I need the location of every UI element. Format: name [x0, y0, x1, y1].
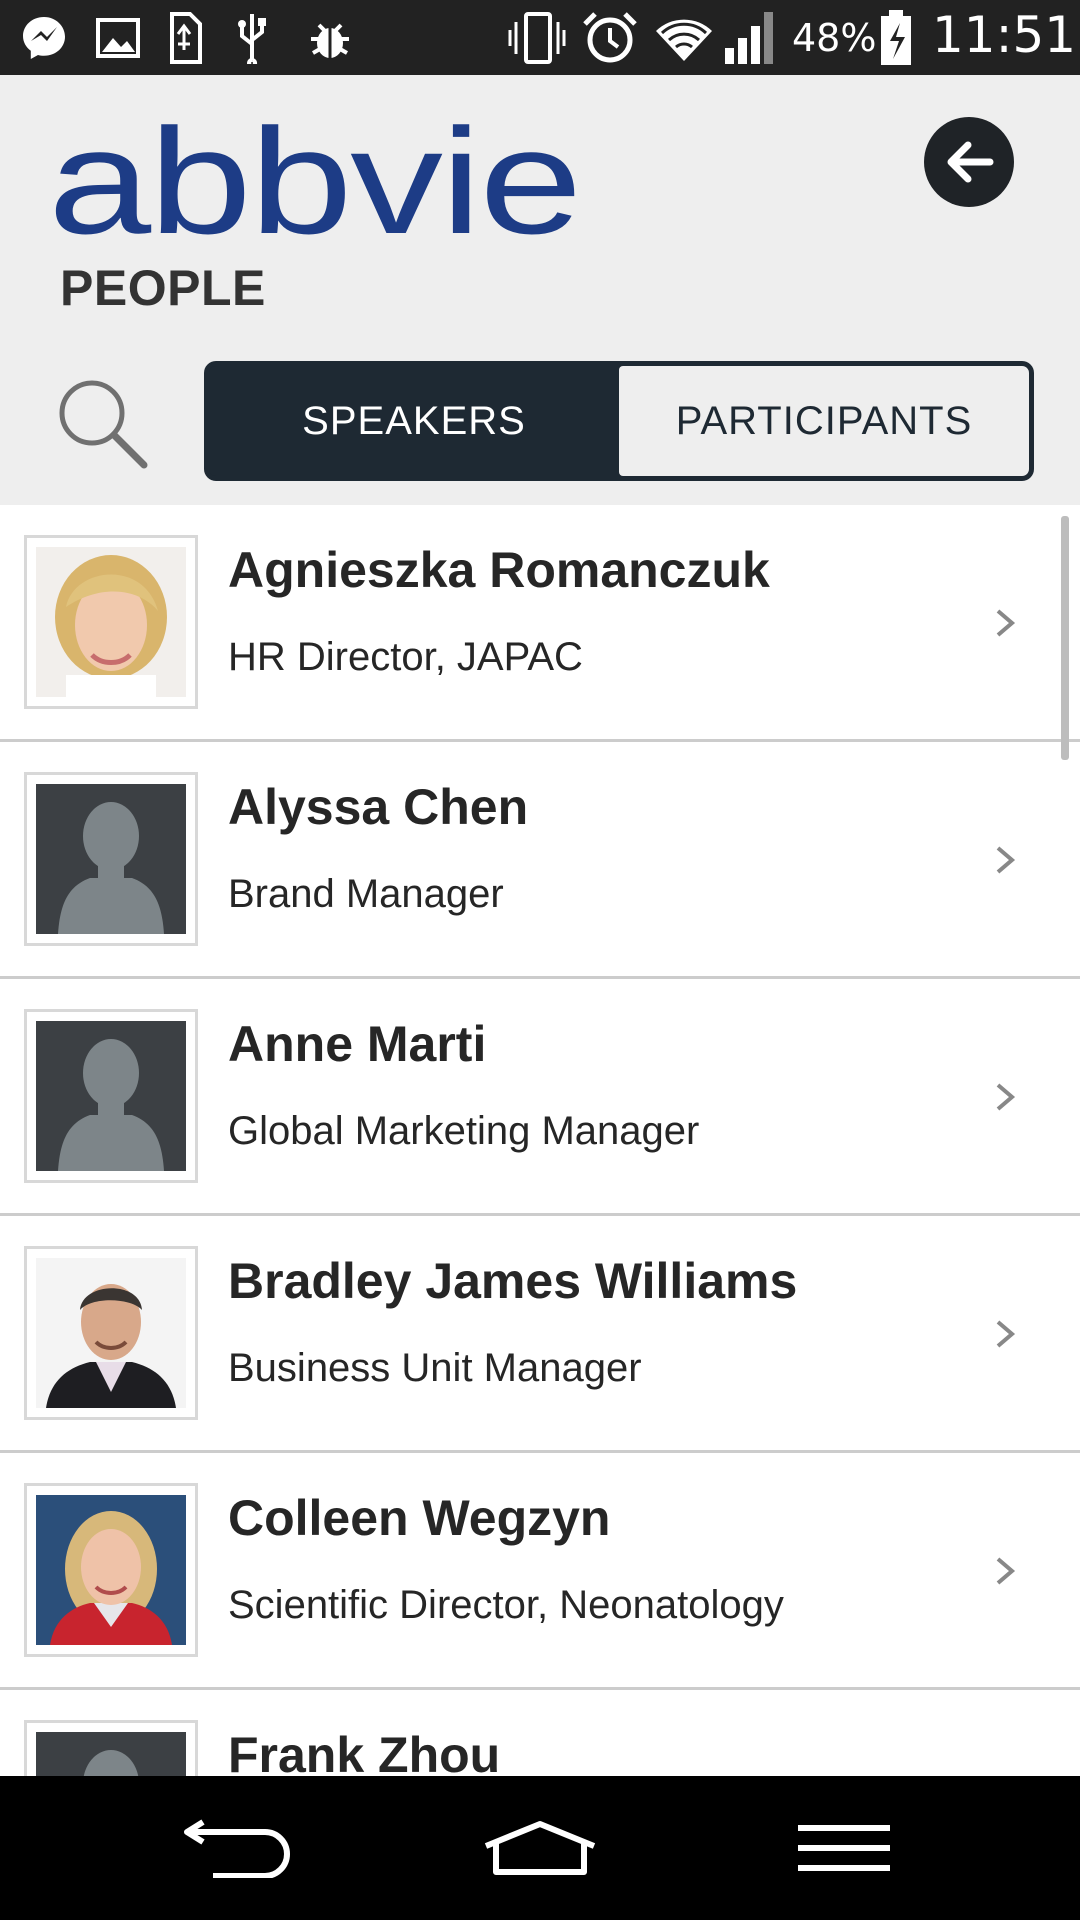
- tab-speakers[interactable]: SPEAKERS: [209, 366, 619, 476]
- home-nav-icon: [484, 1821, 596, 1875]
- logo-text: abbvie: [48, 105, 580, 265]
- person-row[interactable]: Bradley James Williams Business Unit Man…: [0, 1216, 1080, 1453]
- alarm-icon: [580, 10, 640, 66]
- debug-icon: [302, 10, 358, 66]
- person-name: Colleen Wegzyn: [228, 1490, 611, 1546]
- arrow-left-icon: [947, 141, 994, 183]
- menu-nav-icon: [798, 1825, 890, 1871]
- menu-nav-button[interactable]: [784, 1808, 904, 1888]
- people-tabs: SPEAKERS PARTICIPANTS: [204, 361, 1034, 481]
- chevron-right-icon: [996, 1320, 1016, 1348]
- person-name: Frank Zhou: [228, 1727, 501, 1776]
- avatar-frame: [24, 1483, 198, 1657]
- avatar: [36, 1258, 186, 1408]
- navigation-bar: [0, 1776, 1080, 1920]
- messenger-icon: [16, 10, 72, 66]
- people-list: Agnieszka Romanczuk HR Director, JAPAC A…: [0, 505, 1080, 1776]
- person-role: Global Marketing Manager: [228, 1109, 700, 1153]
- avatar-placeholder: [36, 1732, 186, 1776]
- person-row[interactable]: Agnieszka Romanczuk HR Director, JAPAC: [0, 505, 1080, 742]
- person-role: Scientific Director, Neonatology: [228, 1583, 784, 1627]
- chevron-right-icon: [996, 1083, 1016, 1111]
- battery-charging-icon: [876, 10, 916, 66]
- person-role: Business Unit Manager: [228, 1346, 642, 1390]
- usb-icon: [232, 10, 272, 66]
- header: abbvie PEOPLE SPEAKERS PARTICIPANTS: [0, 75, 1080, 505]
- wifi-icon: [652, 10, 716, 66]
- person-name: Bradley James Williams: [228, 1253, 798, 1309]
- vibrate-icon: [508, 10, 568, 66]
- tab-participants[interactable]: PARTICIPANTS: [619, 366, 1029, 476]
- chevron-right-icon: [996, 1557, 1016, 1585]
- home-nav-button[interactable]: [480, 1808, 600, 1888]
- battery-percent: 48%: [792, 16, 877, 60]
- person-role: HR Director, JAPAC: [228, 635, 583, 679]
- avatar-frame: [24, 535, 198, 709]
- person-name: Anne Marti: [228, 1016, 487, 1072]
- person-row[interactable]: Anne Marti Global Marketing Manager: [0, 979, 1080, 1216]
- avatar-frame: [24, 1009, 198, 1183]
- back-button[interactable]: [924, 117, 1014, 207]
- search-button[interactable]: [54, 375, 150, 471]
- list-scrollbar[interactable]: [1061, 516, 1069, 760]
- avatar-placeholder: [36, 784, 186, 934]
- person-row[interactable]: Colleen Wegzyn Scientific Director, Neon…: [0, 1453, 1080, 1690]
- back-nav-button[interactable]: [178, 1808, 298, 1888]
- person-role: Brand Manager: [228, 872, 504, 916]
- back-nav-icon: [184, 1819, 290, 1878]
- search-icon: [59, 380, 148, 469]
- chevron-right-icon: [996, 846, 1016, 874]
- person-row[interactable]: Frank Zhou: [0, 1690, 1080, 1776]
- gallery-icon: [90, 10, 146, 66]
- avatar-placeholder: [36, 1021, 186, 1171]
- person-name: Agnieszka Romanczuk: [228, 542, 770, 598]
- status-bar: 48% 11:51: [0, 0, 1080, 75]
- avatar: [36, 1495, 186, 1645]
- sd-card-icon: [162, 10, 206, 66]
- abbvie-logo: abbvie: [48, 105, 582, 265]
- page-title: PEOPLE: [60, 260, 266, 316]
- chevron-right-icon: [996, 609, 1016, 637]
- avatar-frame: [24, 1246, 198, 1420]
- avatar: [36, 547, 186, 697]
- person-row[interactable]: Alyssa Chen Brand Manager: [0, 742, 1080, 979]
- avatar-frame: [24, 772, 198, 946]
- clock: 11:51: [932, 6, 1077, 64]
- person-name: Alyssa Chen: [228, 779, 529, 835]
- signal-icon: [722, 10, 782, 66]
- avatar-frame: [24, 1720, 198, 1776]
